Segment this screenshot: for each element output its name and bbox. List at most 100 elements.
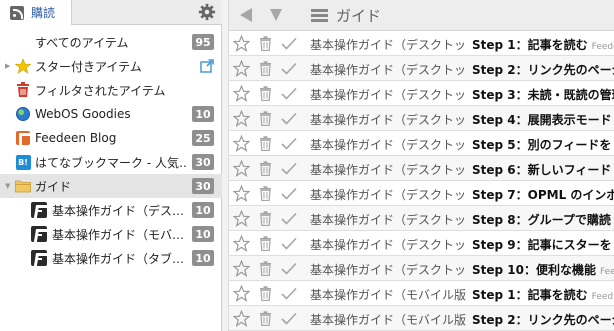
item-row[interactable]: 基本操作ガイド（デスクトップ版） Step 7：OPML のインポート [229, 181, 614, 206]
star-outline-icon[interactable] [233, 35, 250, 52]
item-source: 基本操作ガイド（デスクトップ版） [310, 113, 466, 127]
item-source: 基本操作ガイド（モバイル版） [310, 313, 466, 327]
feedeen-icon [15, 130, 31, 146]
feed-label: 基本操作ガイド（モバ… [52, 227, 185, 242]
feedeen-f-icon [31, 250, 47, 266]
item-source: 基本操作ガイド（デスクトップ版） [310, 163, 466, 177]
item-row[interactable]: 基本操作ガイド（デスクトップ版） Step 6：新しいフィード [229, 156, 614, 181]
star-outline-icon[interactable] [233, 310, 250, 327]
trash-icon[interactable] [259, 311, 272, 326]
item-source: 基本操作ガイド（デスクトップ版） [310, 38, 466, 52]
feed-label: スター付きアイテム [35, 59, 142, 74]
feedeen-f-icon [31, 226, 47, 242]
item-title: Step 2：リンク先のページ [472, 311, 614, 328]
item-row[interactable]: 基本操作ガイド（デスクトップ版） Step 9：記事にスターを [229, 231, 614, 256]
checkmark-icon[interactable] [281, 62, 297, 75]
item-source: 基本操作ガイド（デスクトップ版） [310, 263, 466, 277]
checkmark-icon[interactable] [281, 37, 297, 50]
tab-subscriptions[interactable]: 購読 [0, 0, 72, 25]
item-source: 基本操作ガイド（モバイル版） [310, 288, 466, 302]
item-row[interactable]: 基本操作ガイド（デスクトップ版） Step 5：別のフィードを [229, 131, 614, 156]
trash-icon[interactable] [259, 61, 272, 76]
star-outline-icon[interactable] [233, 85, 250, 102]
trash-icon[interactable] [259, 86, 272, 101]
item-title: Step 1：記事を読むFeed… [472, 286, 614, 303]
item-source: 基本操作ガイド（デスクトップ版） [310, 138, 466, 152]
share-icon[interactable] [200, 59, 214, 73]
trash-icon[interactable] [259, 36, 272, 51]
feed-item-feedeen-blog[interactable]: Feedeen Blog 25 [0, 126, 222, 150]
feed-item-guide-mobile[interactable]: 基本操作ガイド（モバ… 10 [0, 222, 222, 246]
item-source: 基本操作ガイド（デスクトップ版） [310, 188, 466, 202]
back-arrow-icon[interactable] [239, 7, 253, 23]
feed-item-guide-tablet[interactable]: 基本操作ガイド（タブ… 10 [0, 246, 222, 270]
item-title: Step 1：記事を読むFeedeen… [472, 36, 614, 53]
tab-subscriptions-label: 購読 [31, 6, 56, 20]
unread-count-badge: 10 [192, 226, 214, 242]
checkmark-icon[interactable] [281, 312, 297, 325]
checkmark-icon[interactable] [281, 112, 297, 125]
checkmark-icon[interactable] [281, 237, 297, 250]
checkmark-icon[interactable] [281, 187, 297, 200]
item-title: Step 4：展開表示モード [472, 111, 614, 128]
star-outline-icon[interactable] [233, 185, 250, 202]
pane-splitter[interactable] [222, 0, 229, 331]
checkmark-icon[interactable] [281, 87, 297, 100]
star-outline-icon[interactable] [233, 285, 250, 302]
trash-icon[interactable] [259, 211, 272, 226]
checkmark-icon[interactable] [281, 212, 297, 225]
star-outline-icon[interactable] [233, 210, 250, 227]
item-title: Step 2：リンク先のページ [472, 61, 614, 78]
item-row[interactable]: 基本操作ガイド（モバイル版） Step 2：リンク先のページ [229, 306, 614, 331]
item-row[interactable]: 基本操作ガイド（デスクトップ版） Step 3：未読・既読の管理 [229, 81, 614, 106]
collapse-arrow-icon[interactable]: ▼ [5, 182, 13, 190]
item-row[interactable]: 基本操作ガイド（モバイル版） Step 1：記事を読むFeed… [229, 281, 614, 306]
gear-icon[interactable] [198, 3, 216, 21]
item-title-text: Step 3：未読・既読の管理 [472, 88, 614, 102]
checkmark-icon[interactable] [281, 262, 297, 275]
item-title-text: Step 7：OPML のインポート [472, 188, 614, 202]
down-arrow-icon[interactable] [269, 8, 283, 22]
trash-icon[interactable] [259, 286, 272, 301]
item-row[interactable]: 基本操作ガイド（デスクトップ版） Step 8：グループで購読 [229, 206, 614, 231]
item-title: Step 9：記事にスターを [472, 236, 614, 253]
trash-icon[interactable] [259, 236, 272, 251]
item-title-text: Step 1：記事を読む [472, 288, 588, 302]
feed-item-filtered[interactable]: フィルタされたアイテム [0, 78, 222, 102]
star-outline-icon[interactable] [233, 60, 250, 77]
feed-item-guide-desktop[interactable]: 基本操作ガイド（デス… 10 [0, 198, 222, 222]
star-outline-icon[interactable] [233, 160, 250, 177]
checkmark-icon[interactable] [281, 287, 297, 300]
feed-item-all[interactable]: すべてのアイテム 95 [0, 30, 222, 54]
unread-count-badge: 30 [192, 178, 214, 194]
feed-folder-guide[interactable]: ▼ ガイド 30 [0, 174, 222, 198]
trash-icon[interactable] [259, 186, 272, 201]
item-title-text: Step 1：記事を読む [472, 38, 588, 52]
expand-arrow-icon[interactable]: ▶ [5, 62, 13, 70]
trash-icon[interactable] [259, 161, 272, 176]
item-title: Step 10：便利な機能 Feedeen… [472, 261, 614, 278]
item-snippet: Feedeen… [600, 267, 614, 277]
star-outline-icon[interactable] [233, 135, 250, 152]
star-outline-icon[interactable] [233, 235, 250, 252]
feed-item-hatena-bookmark[interactable]: B! はてなブックマーク - 人気… 30 [0, 150, 222, 174]
trash-icon[interactable] [259, 261, 272, 276]
feed-item-starred[interactable]: ▶ スター付きアイテム [0, 54, 222, 78]
list-menu-icon[interactable] [311, 8, 328, 23]
star-outline-icon[interactable] [233, 110, 250, 127]
item-row[interactable]: 基本操作ガイド（デスクトップ版） Step 10：便利な機能 Feedeen… [229, 256, 614, 281]
feed-item-webos-goodies[interactable]: WebOS Goodies 10 [0, 102, 222, 126]
item-row[interactable]: 基本操作ガイド（デスクトップ版） Step 2：リンク先のページ [229, 56, 614, 81]
item-row[interactable]: 基本操作ガイド（デスクトップ版） Step 1：記事を読むFeedeen… [229, 31, 614, 56]
trash-icon[interactable] [259, 111, 272, 126]
sidebar: 購読 すべてのアイテム 95 ▶ スター付きアイテム フィルタされたアイテム W… [0, 0, 222, 331]
item-snippet: Feed… [591, 292, 614, 302]
feed-label: 基本操作ガイド（タブ… [52, 251, 185, 266]
item-title: Step 8：グループで購読 [472, 211, 614, 228]
star-outline-icon[interactable] [233, 260, 250, 277]
item-row[interactable]: 基本操作ガイド（デスクトップ版） Step 4：展開表示モード [229, 106, 614, 131]
trash-icon[interactable] [259, 136, 272, 151]
checkmark-icon[interactable] [281, 137, 297, 150]
checkmark-icon[interactable] [281, 162, 297, 175]
feedeen-f-icon [31, 202, 47, 218]
